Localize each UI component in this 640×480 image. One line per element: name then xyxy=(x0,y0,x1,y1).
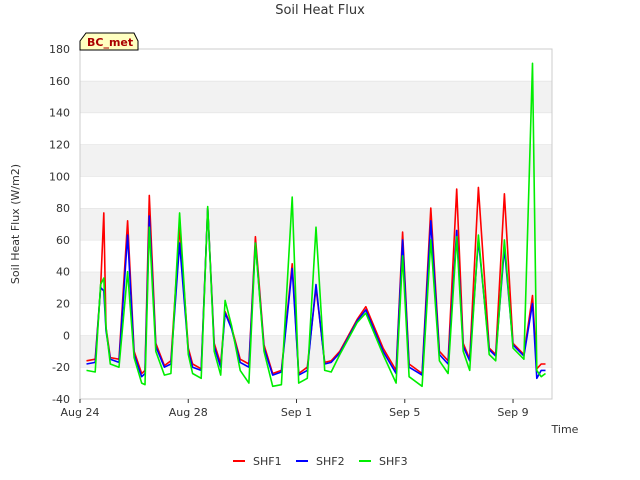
x-tick-label: Aug 28 xyxy=(169,406,208,419)
x-tick-label: Aug 24 xyxy=(61,406,100,419)
y-tick-label: 60 xyxy=(56,234,70,247)
y-tick-label: 0 xyxy=(63,329,70,342)
grid-band xyxy=(80,144,552,177)
y-tick-label: 180 xyxy=(49,43,70,56)
y-tick-label: 120 xyxy=(49,138,70,151)
x-axis-label: Time xyxy=(551,423,579,436)
soil-heat-flux-chart: -40-20020406080100120140160180 Aug 24 Aug… xyxy=(9,32,579,468)
site-label: BC_met xyxy=(87,36,133,49)
legend: SHF1 SHF2 SHF3 xyxy=(233,455,408,468)
y-tick-label: 80 xyxy=(56,202,70,215)
y-tick-label: 40 xyxy=(56,266,70,279)
y-tick-label: 160 xyxy=(49,75,70,88)
y-tick-label: 140 xyxy=(49,107,70,120)
x-tick-label: Sep 1 xyxy=(281,406,312,419)
y-tick-label: 20 xyxy=(56,298,70,311)
grid-band xyxy=(80,176,552,209)
site-label-badge: BC_met xyxy=(79,32,139,51)
grid-band xyxy=(80,303,552,336)
x-tick-label: Sep 5 xyxy=(389,406,420,419)
legend-label: SHF1 xyxy=(253,455,282,468)
y-tick-label: -20 xyxy=(52,361,70,374)
y-axis: -40 -20 0 20 40 60 80 100 120 140 160 180 xyxy=(49,43,70,406)
legend-label: SHF2 xyxy=(316,455,345,468)
y-axis-label: Soil Heat Flux (W/m2) xyxy=(9,164,22,284)
x-tick-label: Sep 9 xyxy=(497,406,528,419)
y-tick-label: 100 xyxy=(49,170,70,183)
grid-band xyxy=(80,367,552,399)
grid-band xyxy=(80,112,552,145)
grid-band xyxy=(80,49,552,81)
y-tick-label: -40 xyxy=(52,393,70,406)
x-axis: Aug 24 Aug 28 Sep 1 Sep 5 Sep 9 xyxy=(61,399,529,419)
grid-band xyxy=(80,80,552,113)
grid-band xyxy=(80,335,552,368)
legend-label: SHF3 xyxy=(379,455,408,468)
